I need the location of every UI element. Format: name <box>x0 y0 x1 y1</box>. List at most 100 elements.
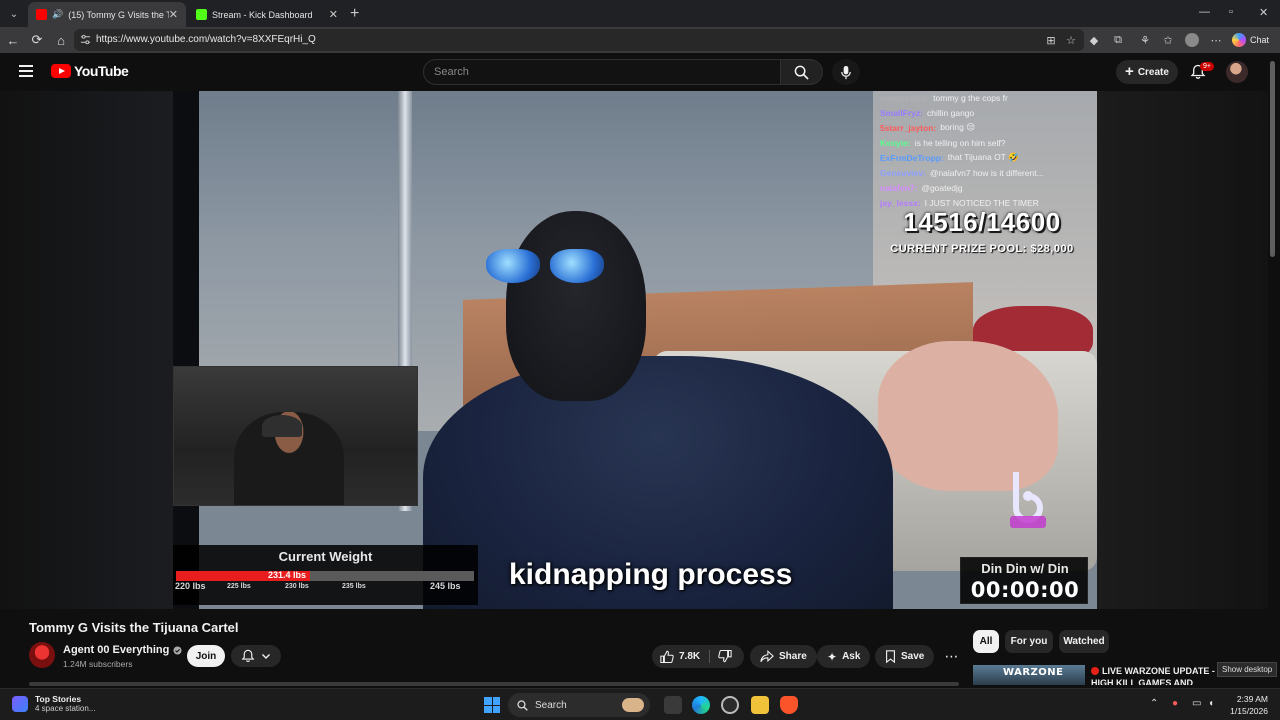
search-icon <box>517 699 528 711</box>
new-tab-button[interactable]: + <box>350 5 359 23</box>
show-hidden-icons-chevron-icon[interactable]: ⌃ <box>1150 698 1158 709</box>
recommended-video-title[interactable]: LIVE WARZONE UPDATE - HIGH KILL GAMES AN… <box>1091 665 1216 685</box>
youtube-logo-text: YouTube <box>74 63 129 79</box>
tab-kick-dashboard[interactable]: Stream - Kick Dashboard ✕ <box>188 2 346 27</box>
scrollbar-thumb[interactable] <box>1270 61 1275 257</box>
stream-chat-message: Kenyie: is he telling on him self? <box>880 135 1095 150</box>
news-widget-icon <box>12 695 28 712</box>
sparkle-icon: ✦ <box>827 649 838 664</box>
subscribed-notification-button[interactable] <box>231 645 281 667</box>
microphone-icon <box>841 65 851 79</box>
home-button[interactable]: ⌂ <box>53 32 69 48</box>
save-button[interactable]: Save <box>875 645 935 668</box>
chat-message-text: tommy g the cops fr <box>933 92 1008 103</box>
search-input[interactable] <box>424 60 780 84</box>
tab-actions-menu-button[interactable]: ⌄ <box>4 4 24 24</box>
current-weight-panel: Current Weight 231.4 lbs 220 lbs 225 lbs… <box>173 545 478 605</box>
horizontal-scrollbar[interactable] <box>29 682 959 686</box>
site-info-icon[interactable] <box>80 34 91 45</box>
windows-start-icon[interactable] <box>484 697 500 713</box>
create-button[interactable]: + Create <box>1116 60 1178 84</box>
ask-button[interactable]: ✦ Ask <box>817 645 871 668</box>
microphone-in-use-icon[interactable]: ● <box>1172 698 1178 709</box>
reload-button[interactable]: ⟳ <box>29 32 45 48</box>
chat-username: Kenyie: <box>880 137 911 148</box>
chrome-browser-icon[interactable] <box>721 696 739 714</box>
join-button[interactable]: Join <box>187 645 225 667</box>
search-field[interactable] <box>423 59 781 85</box>
bookmark-icon <box>886 650 895 663</box>
chat-username: nalafvn7: <box>880 182 918 193</box>
display-icon[interactable]: ▭ <box>1192 698 1201 709</box>
copilot-icon <box>1232 33 1246 47</box>
edge-browser-icon[interactable] <box>692 696 710 714</box>
verified-check-icon <box>173 645 182 655</box>
share-button[interactable]: Share <box>750 645 817 668</box>
chat-label: Chat <box>1250 35 1270 45</box>
subscriber-count: 1.24M subscribers <box>63 659 133 669</box>
recommended-video-thumbnail[interactable]: WARZONE <box>973 665 1085 685</box>
account-avatar[interactable] <box>1226 61 1248 83</box>
file-explorer-icon[interactable] <box>751 696 769 714</box>
stream-chat-message: Geneuviev: @nalafvn7 how is it different.… <box>880 165 1095 180</box>
clock-time: 2:39 AM <box>1236 694 1268 704</box>
webcam-person-cap <box>262 415 302 437</box>
like-dislike-group: 7.8K <box>652 645 744 668</box>
page-scrollbar[interactable] <box>1268 53 1277 683</box>
chip-watched[interactable]: Watched <box>1059 630 1109 653</box>
channel-name-link[interactable]: Agent 00 Everything <box>63 644 182 656</box>
channel-avatar[interactable] <box>29 642 55 668</box>
taskbar-search[interactable]: Search <box>508 693 650 717</box>
menu-icon[interactable] <box>19 65 33 77</box>
youtube-logo[interactable]: YouTube <box>51 63 129 79</box>
share-label: Share <box>779 651 807 662</box>
tab-title: (15) Tommy G Visits the Tijuana <box>68 9 169 20</box>
extension-icon[interactable]: ◆ <box>1087 33 1101 47</box>
brave-browser-icon[interactable] <box>780 696 798 714</box>
volume-icon[interactable]: ◖ <box>1208 698 1214 709</box>
task-view-icon[interactable] <box>664 696 682 714</box>
like-button[interactable]: 7.8K <box>660 645 700 668</box>
chat-username: SmallFryz: <box>880 107 923 118</box>
chip-all[interactable]: All <box>973 630 999 653</box>
chat-username: 5starr_jayton: <box>880 122 937 133</box>
restore-button[interactable]: ▫ <box>1229 6 1233 18</box>
clock-date: 1/15/2026 <box>1230 706 1268 716</box>
prize-pool-text: CURRENT PRIZE POOL: $28,000 <box>890 243 1074 255</box>
ask-label: Ask <box>842 651 861 662</box>
system-clock[interactable]: 2:39 AM 1/15/2026 <box>1222 693 1268 717</box>
chat-message-text: @nalafvn7 how is it different... <box>929 167 1044 178</box>
address-bar[interactable]: https://www.youtube.com/watch?v=8XXFEqrH… <box>74 29 1084 51</box>
weight-tick-label: 225 lbs <box>227 583 251 590</box>
copilot-chat-button[interactable]: Chat <box>1232 31 1269 49</box>
tab-close-icon[interactable]: ✕ <box>169 8 178 21</box>
more-menu-icon[interactable]: ⋯ <box>1209 33 1223 47</box>
more-actions-button[interactable]: ⋯ <box>940 645 963 668</box>
sub-goal-counter: 14516/14600 <box>903 207 1061 237</box>
chat-message-text: that Tijuana OT 🤣 <box>947 152 1019 162</box>
video-frame-sunglasses <box>486 249 611 283</box>
like-count: 7.8K <box>679 651 701 662</box>
chip-for-you[interactable]: For you <box>1005 630 1053 653</box>
stream-chat-overlay: recklesskid: tommy g the cops fr SmallFryz… <box>880 90 1095 210</box>
voice-search-button[interactable] <box>832 59 860 85</box>
video-title: Tommy G Visits the Tijuana Cartel <box>29 620 239 635</box>
tab-close-icon[interactable]: ✕ <box>329 8 338 21</box>
audio-icon[interactable]: 🔊 <box>52 9 63 20</box>
browser-toolbar: ← ⟳ ⌂ https://www.youtube.com/watch?v=8X… <box>0 27 1280 53</box>
minimize-button[interactable]: — <box>1199 6 1210 18</box>
tab-youtube[interactable]: 🔊 (15) Tommy G Visits the Tijuana ✕ <box>28 2 186 27</box>
search-button[interactable] <box>781 59 823 85</box>
weight-title: Current Weight <box>278 549 373 564</box>
thumbs-down-icon[interactable] <box>718 649 732 663</box>
favorite-star-icon[interactable]: ☆ <box>1064 33 1078 47</box>
taskbar-search-label: Search <box>535 699 567 711</box>
extensions-icon[interactable]: ⧉ <box>1111 33 1125 47</box>
news-widget[interactable]: Top Stories 4 space station... <box>12 694 95 713</box>
split-screen-icon[interactable]: ⚘ <box>1138 33 1152 47</box>
profile-icon[interactable] <box>1185 33 1199 47</box>
favorites-icon[interactable]: ✩ <box>1161 33 1175 47</box>
app-available-icon[interactable]: ⊞ <box>1044 33 1058 47</box>
close-window-button[interactable]: ✕ <box>1259 6 1268 19</box>
back-button[interactable]: ← <box>5 32 21 48</box>
